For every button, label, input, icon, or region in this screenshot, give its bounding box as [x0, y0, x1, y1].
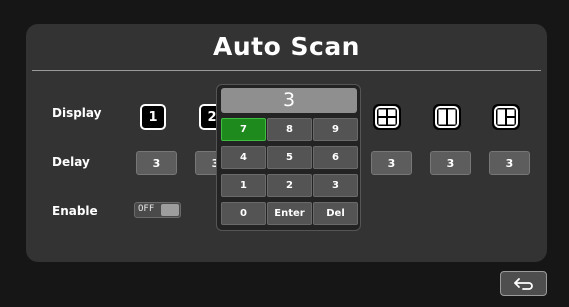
key-5[interactable]: 5: [267, 146, 312, 169]
keypad-display: 3: [221, 88, 357, 113]
key-7[interactable]: 7: [221, 118, 266, 141]
dual-layout-icon[interactable]: [433, 104, 461, 130]
back-button[interactable]: [500, 271, 547, 296]
toggle-knob: [161, 204, 179, 216]
page-title: Auto Scan: [213, 32, 360, 61]
toggle-state-label: OFF: [138, 204, 155, 214]
key-3[interactable]: 3: [313, 174, 358, 197]
triple-layout-icon[interactable]: [492, 104, 520, 130]
delay-button-4[interactable]: 3: [430, 151, 471, 175]
key-2[interactable]: 2: [267, 174, 312, 197]
delay-label: Delay: [52, 155, 90, 169]
key-enter[interactable]: Enter: [267, 202, 312, 225]
enable-label: Enable: [52, 204, 98, 218]
key-delete[interactable]: Del: [313, 202, 358, 225]
delay-button-1[interactable]: 3: [136, 151, 177, 175]
enable-toggle[interactable]: OFF: [134, 202, 181, 218]
delay-button-3[interactable]: 3: [371, 151, 412, 175]
return-arrow-icon: [514, 278, 533, 290]
key-6[interactable]: 6: [313, 146, 358, 169]
display-label: Display: [52, 106, 102, 120]
display-channel-1[interactable]: 1: [140, 104, 166, 130]
key-8[interactable]: 8: [267, 118, 312, 141]
key-9[interactable]: 9: [313, 118, 358, 141]
key-1[interactable]: 1: [221, 174, 266, 197]
numeric-keypad: 3 7 8 9 4 5 6 1 2 3 0 Enter Del: [216, 84, 361, 231]
title-divider: [32, 70, 541, 71]
delay-button-5[interactable]: 3: [489, 151, 530, 175]
quad-layout-icon[interactable]: [373, 104, 401, 130]
key-0[interactable]: 0: [221, 202, 266, 225]
key-4[interactable]: 4: [221, 146, 266, 169]
